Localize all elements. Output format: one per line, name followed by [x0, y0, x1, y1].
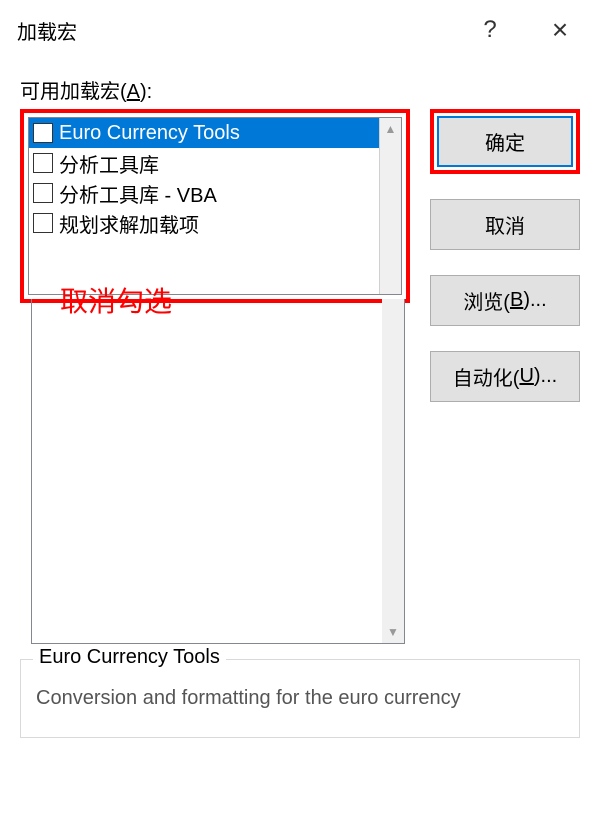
list-item[interactable]: Euro Currency Tools: [29, 118, 379, 148]
list-item[interactable]: 分析工具库: [29, 148, 379, 178]
list-item-label: Euro Currency Tools: [59, 122, 240, 145]
listbox-scrollbar-lower[interactable]: ▼: [382, 299, 404, 643]
addins-label: 可用加载宏(A):: [20, 75, 580, 104]
ok-button[interactable]: 确定: [437, 116, 573, 167]
scroll-up-icon[interactable]: ▲: [380, 118, 401, 140]
automation-button[interactable]: 自动化(U)...: [430, 351, 580, 402]
scroll-down-icon[interactable]: ▼: [382, 621, 404, 643]
checkbox[interactable]: [33, 213, 53, 233]
listbox-extension: ▼: [31, 299, 405, 644]
annotation-text: 取消勾选: [60, 280, 172, 320]
addins-listbox[interactable]: Euro Currency Tools 分析工具库分析工具库 - VBA规划求解加…: [28, 117, 402, 295]
list-item-label: 规划求解加载项: [59, 209, 199, 238]
list-item[interactable]: 分析工具库 - VBA: [29, 178, 379, 208]
ok-highlight-box: 确定: [430, 109, 580, 174]
dialog-title: 加载宏: [17, 16, 470, 45]
addins-highlight-box: Euro Currency Tools 分析工具库分析工具库 - VBA规划求解加…: [20, 109, 410, 303]
list-item[interactable]: 规划求解加载项: [29, 208, 379, 238]
title-bar: 加载宏 ? ×: [5, 5, 595, 55]
close-icon[interactable]: ×: [540, 14, 580, 46]
description-title: Euro Currency Tools: [33, 646, 226, 669]
listbox-scrollbar[interactable]: ▲: [379, 118, 401, 294]
dialog-body: 可用加载宏(A): Euro Currency Tools 分析工具库分析工具库 …: [5, 55, 595, 753]
browse-button[interactable]: 浏览(B)...: [430, 275, 580, 326]
description-text: Conversion and formatting for the euro c…: [36, 684, 564, 712]
list-item-label: 分析工具库 - VBA: [59, 179, 217, 208]
checkbox[interactable]: [33, 183, 53, 203]
checkbox[interactable]: [33, 123, 53, 143]
help-icon[interactable]: ?: [470, 16, 510, 44]
checkbox[interactable]: [33, 153, 53, 173]
description-groupbox: Euro Currency Tools Conversion and forma…: [20, 659, 580, 738]
cancel-button[interactable]: 取消: [430, 199, 580, 250]
list-item-label: 分析工具库: [59, 149, 159, 178]
